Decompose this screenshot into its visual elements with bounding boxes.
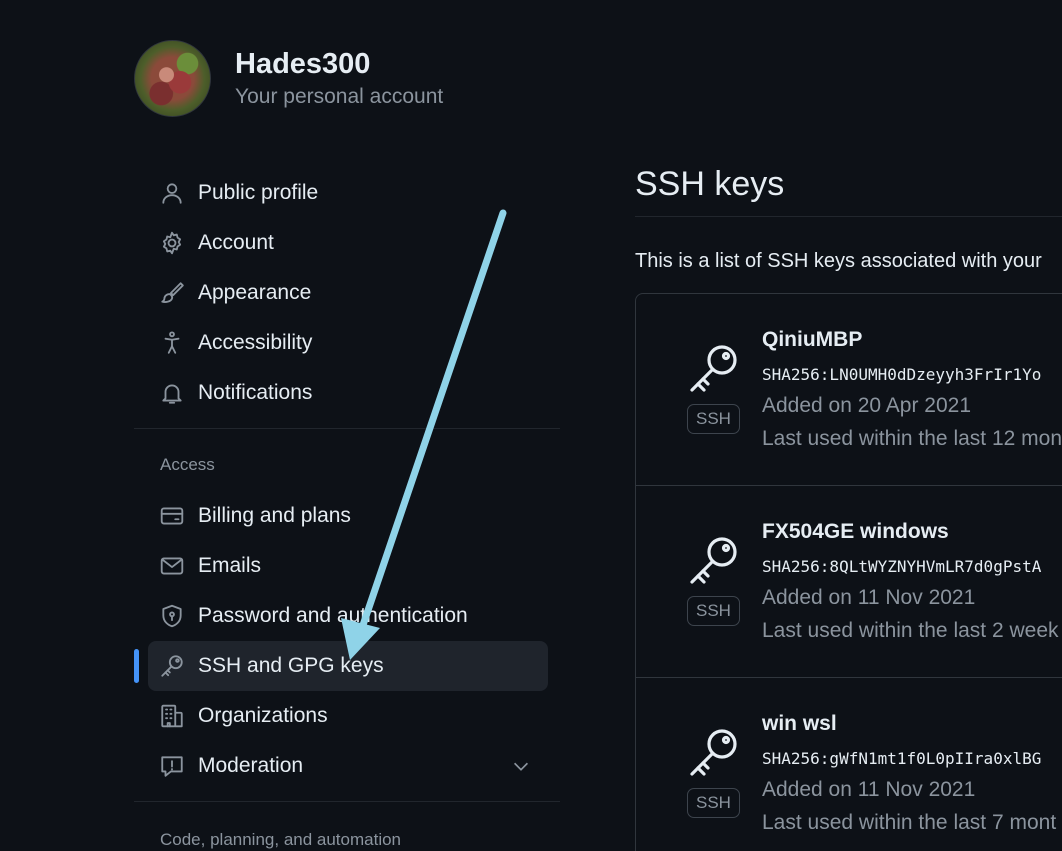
account-header: Hades300 Your personal account (134, 40, 443, 117)
sidebar-item-ssh-gpg-keys[interactable]: SSH and GPG keys (134, 641, 548, 691)
sidebar-item-notifications[interactable]: Notifications (134, 368, 560, 418)
ssh-keys-intro: This is a list of SSH keys associated wi… (635, 250, 1042, 272)
sidebar-item-appearance[interactable]: Appearance (134, 268, 560, 318)
key-added-date: Added on 11 Nov 2021 (762, 778, 976, 801)
key-last-used: Last used within the last 12 mon (762, 427, 1062, 450)
sidebar-item-moderation[interactable]: Moderation (134, 741, 560, 791)
settings-sidebar: Public profile Account Appearance Access… (134, 168, 560, 851)
key-fingerprint: SHA256:gWfN1mt1f0L0pIIra0xlBG (762, 749, 1042, 768)
organization-icon (158, 702, 186, 730)
account-name[interactable]: Hades300 (235, 46, 443, 82)
key-icon (686, 726, 742, 782)
sidebar-item-label: Billing and plans (198, 504, 351, 527)
ssh-badge: SSH (687, 788, 740, 818)
paintbrush-icon (158, 279, 186, 307)
key-added-date: Added on 11 Nov 2021 (762, 586, 976, 609)
ssh-key-row: SSH win wsl SHA256:gWfN1mt1f0L0pIIra0xlB… (636, 678, 1062, 851)
sidebar-item-label: Organizations (198, 704, 328, 727)
key-icon (158, 652, 186, 680)
sidebar-item-organizations[interactable]: Organizations (134, 691, 560, 741)
key-title: win wsl (762, 712, 837, 735)
chevron-down-icon[interactable] (510, 755, 532, 777)
active-indicator (134, 649, 139, 683)
key-fingerprint: SHA256:8QLtWYZNYHVmLR7d0gPstA (762, 557, 1042, 576)
sidebar-item-password[interactable]: Password and authentication (134, 591, 560, 641)
sidebar-item-label: Notifications (198, 381, 313, 404)
bell-icon (158, 379, 186, 407)
key-icon (686, 534, 742, 590)
sidebar-item-accessibility[interactable]: Accessibility (134, 318, 560, 368)
credit-card-icon (158, 502, 186, 530)
settings-page: Hades300 Your personal account Public pr… (0, 0, 1062, 851)
sidebar-item-billing[interactable]: Billing and plans (134, 491, 560, 541)
mail-icon (158, 552, 186, 580)
key-last-used: Last used within the last 7 mont (762, 811, 1057, 834)
sidebar-item-account[interactable]: Account (134, 218, 560, 268)
sidebar-item-label: SSH and GPG keys (198, 654, 384, 677)
report-icon (158, 752, 186, 780)
sidebar-item-label: Public profile (198, 181, 319, 204)
ssh-badge: SSH (687, 404, 740, 434)
key-fingerprint: SHA256:LN0UMH0dDzeyyh3FrIr1Yo (762, 365, 1042, 384)
ssh-keys-list: SSH QiniuMBP SHA256:LN0UMH0dDzeyyh3FrIr1… (635, 293, 1062, 851)
title-divider (635, 216, 1062, 217)
ssh-key-row: SSH FX504GE windows SHA256:8QLtWYZNYHVmL… (636, 486, 1062, 678)
page-title: SSH keys (635, 165, 785, 203)
gear-icon (158, 229, 186, 257)
key-title: QiniuMBP (762, 328, 863, 351)
account-subtitle: Your personal account (235, 84, 444, 108)
account-text: Hades300 Your personal account (235, 46, 443, 112)
main-content: SSH keys This is a list of SSH keys asso… (635, 160, 1062, 851)
sidebar-item-public-profile[interactable]: Public profile (134, 168, 560, 218)
shield-lock-icon (158, 602, 186, 630)
key-icon (686, 342, 742, 398)
ssh-badge: SSH (687, 596, 740, 626)
sidebar-item-label: Appearance (198, 281, 312, 304)
accessibility-icon (158, 329, 186, 357)
key-added-date: Added on 20 Apr 2021 (762, 394, 972, 417)
key-title: FX504GE windows (762, 520, 949, 543)
ssh-key-row: SSH QiniuMBP SHA256:LN0UMH0dDzeyyh3FrIr1… (636, 294, 1062, 486)
avatar[interactable] (134, 40, 211, 117)
sidebar-item-label: Account (198, 231, 274, 254)
person-icon (158, 179, 186, 207)
section-label-code: Code, planning, and automation (160, 830, 402, 849)
sidebar-item-label: Emails (198, 554, 262, 577)
sidebar-item-label: Moderation (198, 754, 304, 777)
key-last-used: Last used within the last 2 week (762, 619, 1059, 642)
sidebar-item-emails[interactable]: Emails (134, 541, 560, 591)
sidebar-item-label: Accessibility (198, 331, 313, 354)
sidebar-item-label: Password and authentication (198, 604, 468, 627)
